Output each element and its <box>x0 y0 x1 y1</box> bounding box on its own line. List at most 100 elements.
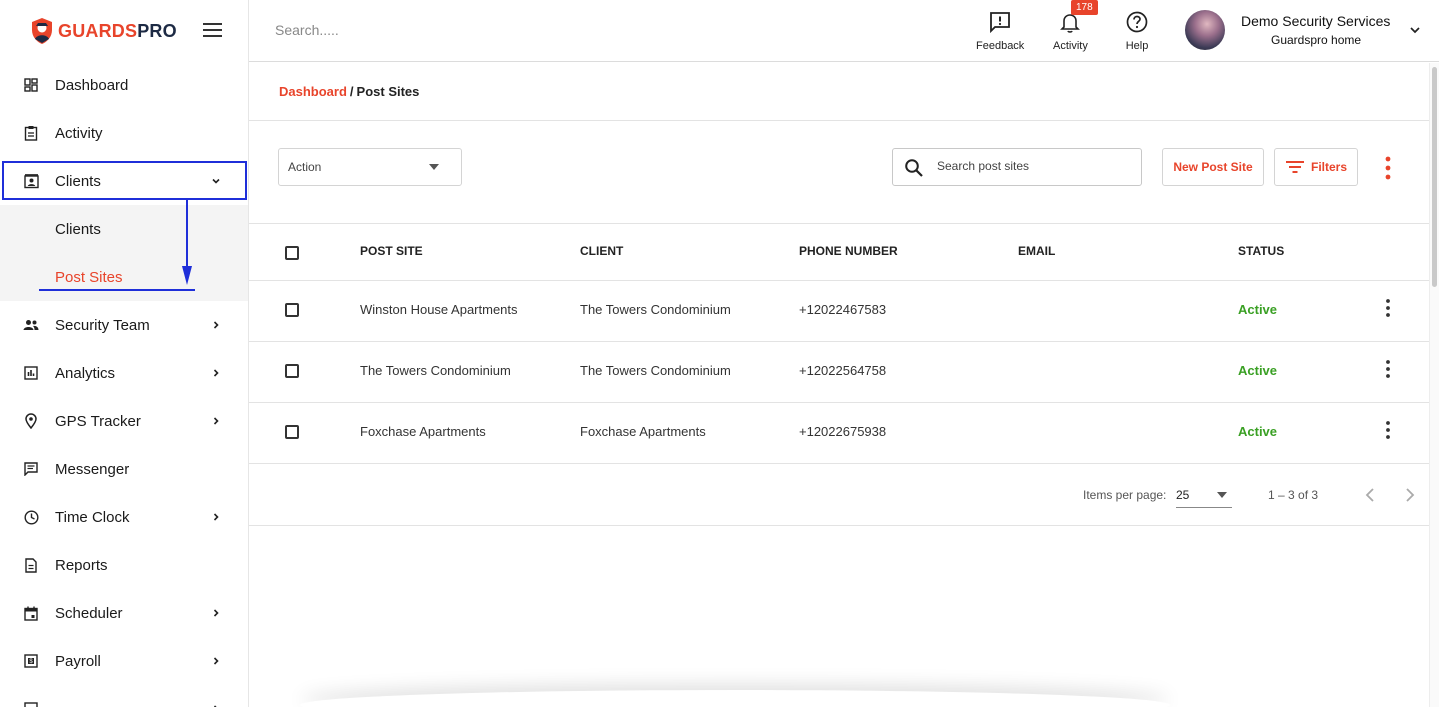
sidebar-item-dashboard[interactable]: Dashboard <box>0 61 248 109</box>
table-header: POST SITE CLIENT PHONE NUMBER EMAIL STAT… <box>249 224 1429 281</box>
org-name: Demo Security Services <box>1241 13 1391 29</box>
sidebar-item-scheduler[interactable]: Scheduler <box>0 589 248 637</box>
org-subtitle: Guardspro home <box>1271 33 1362 47</box>
previous-page-icon[interactable] <box>1363 486 1377 504</box>
avatar[interactable] <box>1185 10 1225 50</box>
logo[interactable]: GUARDSPRO <box>0 0 248 62</box>
global-search-input[interactable] <box>275 22 675 38</box>
action-select[interactable]: Action <box>278 148 462 186</box>
cell-post-site[interactable]: The Towers Condominium <box>360 363 511 378</box>
post-sites-table: POST SITE CLIENT PHONE NUMBER EMAIL STAT… <box>249 224 1429 464</box>
scrollbar-thumb[interactable] <box>1432 67 1437 287</box>
sidebar-item-clients[interactable]: Clients <box>0 157 248 205</box>
sidebar-subitem-clients[interactable]: Clients <box>0 205 248 253</box>
brand-name: GUARDSPRO <box>58 20 177 41</box>
table-row[interactable]: The Towers Condominium The Towers Condom… <box>249 342 1429 403</box>
clipboard-icon <box>23 125 39 141</box>
sidebar-item-label: Dashboard <box>55 76 129 94</box>
column-header-phone[interactable]: PHONE NUMBER <box>799 244 898 258</box>
row-checkbox[interactable] <box>285 303 299 317</box>
sidebar-item-label: Payroll <box>55 652 101 670</box>
column-header-client[interactable]: CLIENT <box>580 244 623 258</box>
more-options-icon[interactable] <box>1382 155 1394 181</box>
filters-button[interactable]: Filters <box>1274 148 1358 186</box>
items-per-page-label: Items per page: <box>1083 488 1167 502</box>
select-all-checkbox[interactable] <box>285 246 299 260</box>
help-button[interactable]: Help <box>1125 10 1149 52</box>
row-checkbox[interactable] <box>285 364 299 378</box>
cell-client: The Towers Condominium <box>580 302 731 317</box>
sidebar-item-label: Activity <box>55 124 103 142</box>
row-more-options-icon[interactable] <box>1384 298 1392 318</box>
feedback-label: Feedback <box>976 40 1025 52</box>
activity-badge: 178 <box>1071 0 1098 15</box>
sidebar-subitem-post-sites[interactable]: Post Sites <box>0 253 248 301</box>
sidebar: GUARDSPRO Dashboard Activity Clients Cli… <box>0 0 249 707</box>
row-checkbox[interactable] <box>285 425 299 439</box>
chevron-right-icon <box>213 657 219 665</box>
sidebar-item-security-team[interactable]: Security Team <box>0 301 248 349</box>
feedback-icon <box>990 12 1011 34</box>
chevron-right-icon <box>213 369 219 377</box>
status-badge: Active <box>1238 424 1278 439</box>
payroll-icon: $ <box>23 653 39 669</box>
sidebar-item-reports[interactable]: Reports <box>0 541 248 589</box>
post-site-search-input[interactable] <box>937 159 1132 173</box>
sidebar-item-label: Scheduler <box>55 604 123 622</box>
chevron-right-icon <box>213 609 219 617</box>
sidebar-item-time-clock[interactable]: Time Clock <box>0 493 248 541</box>
help-icon <box>1126 11 1148 33</box>
action-select-value: Action <box>288 160 322 174</box>
people-icon <box>23 317 39 333</box>
feedback-button[interactable]: Feedback <box>976 10 1024 52</box>
cell-post-site[interactable]: Foxchase Apartments <box>360 424 486 439</box>
breadcrumb-dashboard-link[interactable]: Dashboard <box>279 84 347 99</box>
column-header-status[interactable]: STATUS <box>1238 244 1284 258</box>
sidebar-item-payroll[interactable]: $ Payroll <box>0 637 248 685</box>
table-row[interactable]: Foxchase Apartments Foxchase Apartments … <box>249 403 1429 464</box>
table-row[interactable]: Winston House Apartments The Towers Cond… <box>249 281 1429 342</box>
caret-down-icon <box>1217 492 1227 498</box>
row-more-options-icon[interactable] <box>1384 359 1392 379</box>
sidebar-item-analytics[interactable]: Analytics <box>0 349 248 397</box>
clock-icon <box>23 509 39 525</box>
guard-shield-icon <box>32 18 52 44</box>
sidebar-item-gps-tracker[interactable]: GPS Tracker <box>0 397 248 445</box>
column-header-email[interactable]: EMAIL <box>1018 244 1055 258</box>
chevron-down-icon <box>212 178 220 184</box>
document-icon <box>23 701 39 707</box>
sidebar-item-activity[interactable]: Activity <box>0 109 248 157</box>
new-post-site-button[interactable]: New Post Site <box>1162 148 1264 186</box>
chevron-down-icon[interactable] <box>1409 25 1421 35</box>
sidebar-item-label: Analytics <box>55 364 116 382</box>
items-per-page-select[interactable]: 25 <box>1176 482 1232 508</box>
activity-button[interactable]: 178 Activity <box>1053 0 1098 52</box>
cell-client: Foxchase Apartments <box>580 424 706 439</box>
menu-toggle-icon[interactable] <box>203 23 222 37</box>
cell-phone: +12022467583 <box>799 302 887 317</box>
topbar: Feedback 178 Activity Help Demo Security… <box>249 0 1439 62</box>
cell-post-site[interactable]: Winston House Apartments <box>360 302 518 317</box>
calendar-icon <box>23 605 39 621</box>
chevron-right-icon <box>213 513 219 521</box>
document-icon <box>23 557 39 573</box>
page-scrollbar[interactable] <box>1429 63 1439 707</box>
activity-label: Activity <box>1053 40 1088 52</box>
next-page-icon[interactable] <box>1403 486 1417 504</box>
sidebar-subitem-label: Clients <box>55 221 101 238</box>
sidebar-item-messenger[interactable]: Messenger <box>0 445 248 493</box>
main-content: Dashboard/Post Sites Action New Post Sit… <box>249 63 1439 707</box>
sidebar-item-partial[interactable] <box>0 685 248 707</box>
chevron-right-icon <box>213 321 219 329</box>
search-icon <box>905 159 923 177</box>
row-more-options-icon[interactable] <box>1384 420 1392 440</box>
sidebar-item-label: Reports <box>55 556 108 574</box>
pagination: Items per page: 25 1 – 3 of 3 <box>249 464 1429 526</box>
sidebar-item-label: Clients <box>55 172 101 190</box>
column-header-post-site[interactable]: POST SITE <box>360 244 423 258</box>
caret-down-icon <box>429 164 439 170</box>
location-pin-icon <box>23 413 39 429</box>
cell-client: The Towers Condominium <box>580 363 731 378</box>
sidebar-item-label: Messenger <box>55 460 130 478</box>
filters-label: Filters <box>1310 160 1347 174</box>
